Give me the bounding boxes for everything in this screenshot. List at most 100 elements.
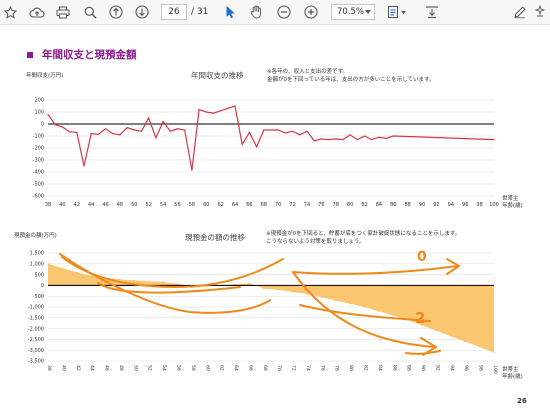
chart2-data-point (392, 315, 394, 317)
hand-tool-icon[interactable] (248, 3, 264, 21)
page-fit-icon[interactable] (386, 3, 408, 21)
chart1-data-point (126, 127, 128, 129)
previous-page-icon[interactable] (108, 3, 124, 21)
chart1-x-tick-label: 46 (102, 202, 108, 208)
chart1-y-tick-label: -300 (33, 158, 44, 164)
next-page-icon[interactable] (134, 3, 150, 21)
chart2-x-tick-label: 60 (204, 365, 210, 371)
chart2-y-tick-label: 1,500 (30, 251, 44, 257)
chart1-data-point (104, 128, 107, 130)
chart1-x-tick-label: 66 (246, 202, 252, 208)
chart2-data-point (148, 280, 150, 282)
chart1-x-tick-label: 58 (189, 202, 195, 208)
chart2-x-tick-label: 52 (147, 365, 153, 371)
chart2-x-tick-label: 68 (262, 365, 268, 371)
chart2-data-point (479, 346, 481, 348)
chart1-x-tick-label: 78 (333, 202, 339, 208)
chart2-x-tick-label: 92 (434, 365, 440, 371)
chart2-x-tick-label: 72 (291, 365, 297, 371)
chart1-x-tick-label: 96 (462, 202, 468, 208)
chart2-x-tick-label: 48 (118, 365, 124, 371)
chart1-data-point (335, 138, 337, 140)
chart2-data-point (335, 300, 337, 302)
chart2-y-tick-label: -2,500 (28, 337, 44, 343)
chart2-x-tick-label: 96 (463, 365, 469, 371)
chart2-x-tick-label: 44 (89, 365, 95, 371)
chart1-x-tick-label: 84 (376, 202, 382, 208)
chart1-x-tick-label: 54 (160, 202, 166, 208)
chart2-x-tick-label: 54 (161, 365, 167, 371)
page-number: 26 (517, 397, 527, 405)
zoom-in-icon[interactable] (303, 3, 319, 21)
chart1-data-point (133, 129, 135, 131)
chart2-data-point (364, 306, 366, 308)
search-icon[interactable] (82, 3, 98, 21)
chart1-data-point (176, 128, 179, 130)
chart1-data-point (54, 124, 56, 126)
cloud-upload-icon[interactable] (28, 3, 46, 21)
chart1-data-point (234, 105, 236, 107)
chart2-data-point (90, 275, 92, 277)
chart1-x-tick-label: 52 (146, 202, 152, 208)
chart1-x-tick-label: 80 (347, 202, 353, 208)
chart2-y-tick-label: 500 (34, 272, 44, 278)
pdf-page: 年間収支と現預金額 年間収支(万円) 年間収支の推移 ※各年の、収入と支出の差で… (0, 25, 550, 409)
chart2-x-tick-label: 100 (492, 365, 498, 374)
chart1-data-point (320, 138, 322, 140)
chart1-data-point (277, 129, 279, 131)
chart1-data-point (191, 169, 193, 171)
chart1-data-point (148, 117, 150, 119)
zoom-level-select[interactable]: 70.5% (331, 4, 375, 20)
chart1-data-point (241, 143, 243, 145)
zoom-level-value: 70.5% (337, 7, 365, 17)
chart1-data-point (169, 130, 171, 132)
print-icon[interactable] (55, 3, 71, 21)
more-tools-icon[interactable] (533, 3, 547, 21)
chart2-data-point (493, 351, 495, 353)
chart1-x-tick-label: 64 (232, 202, 238, 208)
chart2-data-point (320, 296, 322, 298)
chart1-data-point (220, 110, 222, 112)
chart2-data-point (292, 291, 294, 293)
pen-sign-icon[interactable] (512, 3, 528, 21)
chart1-data-point (363, 135, 366, 137)
chart2-data-point (119, 278, 121, 280)
chart2-x-tick-label: 38 (46, 365, 52, 371)
chart1-x-tick-label: 38 (45, 202, 51, 208)
chart1-x-tick-label: 62 (217, 202, 223, 208)
select-cursor-icon[interactable] (223, 3, 237, 21)
page-number-input[interactable]: 26 (161, 4, 187, 20)
chart1-data-point (493, 139, 495, 141)
chart1-data-point (205, 111, 207, 113)
chart1-x-tick-label: 72 (289, 202, 295, 208)
chart1-data-point (155, 137, 157, 139)
chart2-x-tick-label: 42 (75, 365, 81, 371)
chart1-data-point (76, 131, 78, 133)
chart1-x-tick-label: 76 (318, 202, 324, 208)
chart1-x-tick-label: 98 (476, 202, 482, 208)
download-tray-icon[interactable] (424, 3, 440, 21)
chart2-data-point (162, 281, 164, 283)
zoom-out-icon[interactable] (276, 3, 292, 21)
chart1-data-point (385, 137, 387, 139)
chart1-x-tick-label: 40 (59, 202, 65, 208)
charts-canvas: 2001000-100-200-300-400-500-60038 40 42 44 4… (28, 98, 499, 374)
chart1-x-tick-label: 70 (275, 202, 281, 208)
chart2-data-point (133, 279, 135, 281)
chart2-y-tick-label: -2,000 (28, 326, 44, 332)
chart1-y-tick-label: -600 (33, 194, 44, 200)
annotation-mark-0: 0 (417, 249, 427, 265)
chart1-x-tick-label: 82 (361, 202, 367, 208)
chart2-data-point (378, 310, 380, 312)
chart1-data-point (291, 130, 294, 132)
chart1-data-point (248, 131, 251, 133)
chart2-x-tick-label: 70 (276, 365, 282, 371)
chart1-data-point (270, 129, 272, 131)
chart2-y-tick-label: -3,500 (28, 359, 44, 365)
chart1-y-tick-label: 0 (41, 122, 44, 128)
bookmark-star-icon[interactable] (2, 3, 18, 21)
chart2-y-tick-label: 0 (41, 283, 44, 289)
chart2-data-point (263, 288, 265, 290)
chart1-data-point (263, 129, 265, 131)
chart2-x-tick-label: 50 (132, 365, 138, 371)
